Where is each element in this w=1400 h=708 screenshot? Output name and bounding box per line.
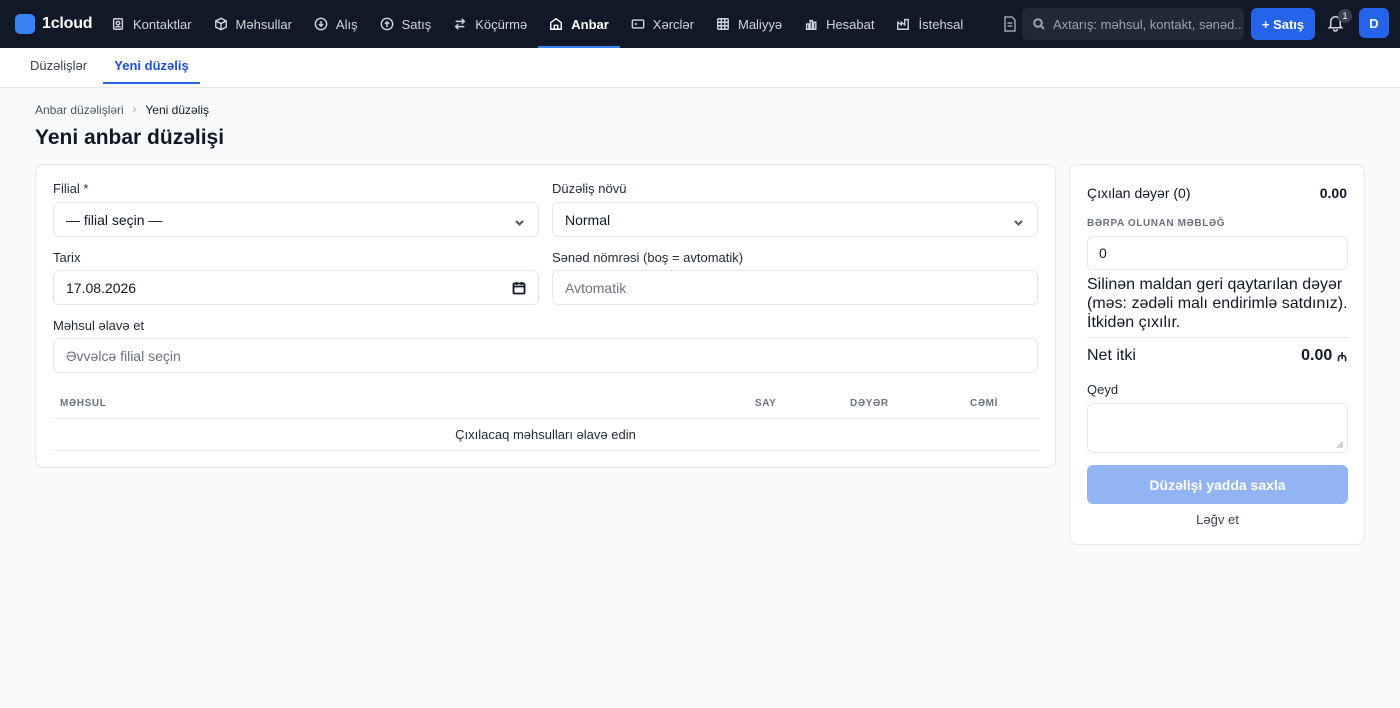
branch-select-value: — filial seçin — (66, 211, 163, 228)
nav-item-production[interactable]: İstehsal (885, 0, 974, 48)
net-loss-value: 0.00 (1301, 347, 1333, 364)
global-search[interactable] (1022, 8, 1244, 40)
breadcrumb-parent[interactable]: Anbar düzəlişləri (35, 103, 124, 117)
upload-circle-icon (380, 17, 393, 31)
add-product-input[interactable]: Əvvəlcə filial seçin (53, 338, 1038, 373)
top-navigation-bar: 1cloud Kontaktlar Məhsullar Alış Satış K… (0, 0, 1400, 48)
notifications-button[interactable]: 1 (1326, 9, 1352, 35)
nav-label: İstehsal (918, 16, 964, 32)
transfer-icon (454, 18, 466, 30)
tab-new-adjustment[interactable]: Yeni düzəliş (103, 48, 200, 84)
nav-label: Maliyyə (737, 16, 783, 32)
adjustment-type-value: Normal (565, 211, 611, 228)
sub-tabs: Düzəlişlər Yeni düzəliş (0, 48, 1400, 88)
adjustment-type-label: Düzəliş növü (552, 181, 627, 196)
nav-item-expenses[interactable]: Xərclər (620, 0, 705, 48)
cancel-button[interactable]: Ləğv et (1087, 512, 1348, 527)
nav-label: Satış (401, 16, 432, 32)
breadcrumb: Anbar düzəlişləri › Yeni düzəliş (35, 103, 209, 117)
adjustment-form-card: Filial * — filial seçin — Düzəliş növü N… (35, 164, 1056, 468)
recovered-amount-caption: BƏRPA OLUNAN MƏBLƏĞ (1087, 218, 1226, 229)
chevron-down-icon (514, 215, 525, 226)
doc-number-input[interactable]: Avtomatik (552, 270, 1038, 305)
nav-item-products[interactable]: Məhsullar (203, 0, 303, 48)
main-nav: Kontaktlar Məhsullar Alış Satış Köçürmə … (100, 0, 974, 48)
add-product-placeholder: Əvvəlcə filial seçin (66, 347, 181, 364)
adjustment-type-select[interactable]: Normal (552, 202, 1038, 237)
save-adjustment-button[interactable]: Düzəlişi yadda saxla (1087, 465, 1348, 504)
nav-item-warehouse[interactable]: Anbar (538, 0, 620, 48)
summary-card: Çıxılan dəyər (0) 0.00 BƏRPA OLUNAN MƏBL… (1069, 164, 1365, 545)
note-label: Qeyd (1087, 382, 1119, 397)
nav-label: Məhsullar (235, 16, 292, 32)
add-product-label: Məhsul əlavə et (53, 318, 145, 333)
brand[interactable]: 1cloud (15, 14, 103, 34)
nav-item-transfer[interactable]: Köçürmə (442, 0, 538, 48)
doc-number-label: Sənəd nömrəsi (boş = avtomatik) (552, 250, 744, 265)
summary-divider (1087, 337, 1348, 338)
notification-badge: 1 (1338, 9, 1352, 23)
chevron-right-icon: › (132, 104, 137, 116)
nav-label: Kontaktlar (133, 16, 192, 32)
warehouse-icon (550, 17, 563, 30)
table-header-divider (53, 418, 1038, 419)
bar-chart-icon (805, 19, 817, 30)
tab-adjustments[interactable]: Düzəlişlər (30, 48, 87, 83)
search-input[interactable] (1053, 16, 1243, 32)
resize-grip-icon[interactable] (1336, 441, 1344, 449)
recovered-amount-input[interactable]: 0 (1087, 236, 1348, 270)
nav-label: Köçürmə (475, 16, 528, 32)
date-value: 17.08.2026 (66, 279, 137, 296)
column-header-product: MƏHSUL (60, 398, 107, 409)
nav-item-purchase[interactable]: Alış (303, 0, 369, 48)
manat-currency-icon: ₼ (1337, 349, 1347, 364)
brand-name: 1cloud (42, 15, 93, 32)
box-icon (214, 17, 227, 31)
net-loss-row: Net itki 0.00 ₼ (1087, 347, 1347, 365)
grid-icon (717, 18, 729, 30)
column-header-qty: SAY (755, 398, 777, 409)
search-icon (1033, 18, 1045, 30)
nav-item-reports[interactable]: Hesabat (793, 0, 885, 48)
outgoing-value-amount: 0.00 (1319, 185, 1347, 201)
chevron-down-icon (1013, 215, 1024, 226)
empty-table-message: Çıxılacaq məhsulları əlavə edin (455, 427, 636, 442)
nav-label: Xərclər (652, 16, 694, 32)
doc-number-placeholder: Avtomatik (565, 279, 627, 296)
column-header-total: CƏMİ (970, 398, 998, 409)
date-label: Tarix (53, 250, 81, 265)
note-textarea[interactable] (1087, 403, 1348, 453)
page-title: Yeni anbar düzəlişi (35, 126, 225, 149)
outgoing-value-row: Çıxılan dəyər (0) 0.00 (1087, 185, 1347, 201)
new-sale-button[interactable]: + Satış (1251, 8, 1315, 40)
factory-icon (897, 18, 910, 30)
cloud-logo-icon (15, 14, 35, 34)
nav-item-contacts[interactable]: Kontaktlar (100, 0, 203, 48)
column-header-value: DƏYƏR (850, 398, 889, 409)
table-row-divider (53, 450, 1038, 451)
net-loss-amount: 0.00 ₼ (1301, 347, 1347, 365)
document-icon[interactable] (1003, 16, 1017, 32)
nav-label: Anbar (571, 16, 609, 32)
recovered-amount-value: 0 (1099, 245, 1107, 261)
breadcrumb-current: Yeni düzəliş (145, 103, 209, 117)
user-avatar[interactable]: D (1359, 8, 1389, 38)
branch-label: Filial * (53, 181, 89, 196)
nav-item-finance[interactable]: Maliyyə (705, 0, 793, 48)
recovered-amount-help: Silinən maldan geri qaytarılan dəyər (mə… (1087, 276, 1348, 331)
wallet-icon (631, 19, 645, 29)
nav-item-sales[interactable]: Satış (369, 0, 443, 48)
nav-label: Hesabat (826, 16, 875, 32)
net-loss-label: Net itki (1087, 347, 1136, 364)
contacts-icon (112, 18, 124, 30)
nav-label: Alış (335, 16, 358, 32)
outgoing-value-label: Çıxılan dəyər (0) (1087, 185, 1191, 201)
download-circle-icon (314, 17, 328, 31)
branch-select[interactable]: — filial seçin — (53, 202, 539, 237)
date-input[interactable]: 17.08.2026 (53, 270, 539, 305)
calendar-icon[interactable] (512, 281, 526, 295)
